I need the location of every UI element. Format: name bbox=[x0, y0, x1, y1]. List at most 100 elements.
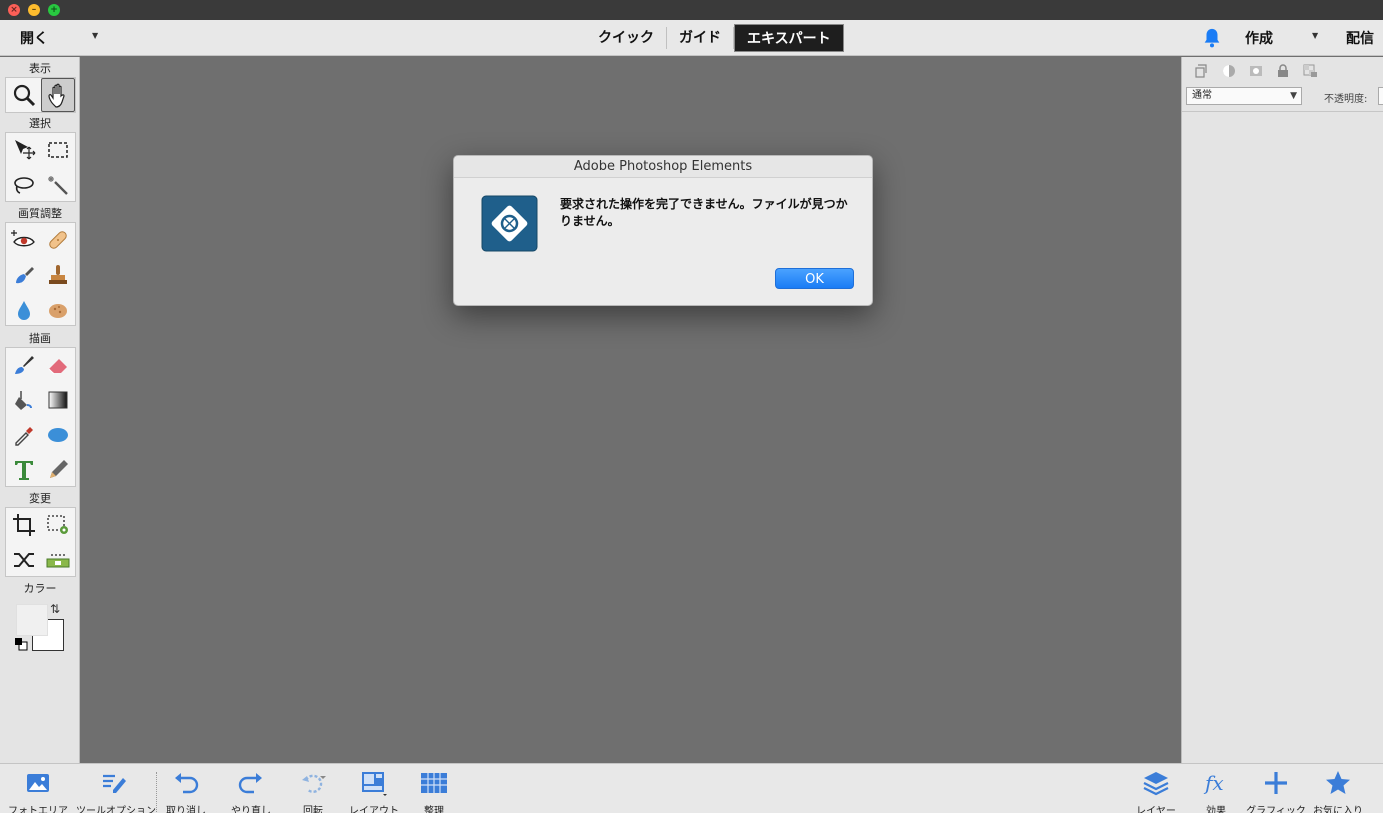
hand-tool[interactable] bbox=[41, 78, 75, 112]
adjustment-layer-icon[interactable] bbox=[1215, 61, 1242, 81]
recompose-tool[interactable] bbox=[41, 508, 75, 542]
eye-icon bbox=[11, 230, 35, 247]
shape-tool[interactable] bbox=[41, 418, 75, 452]
error-dialog: Adobe Photoshop Elements 要求された操作を完了できません… bbox=[453, 155, 873, 306]
eyedropper-tool[interactable] bbox=[7, 418, 41, 452]
move-icon bbox=[15, 140, 36, 160]
color-swatches: ⇅ bbox=[14, 602, 70, 652]
marquee-icon bbox=[48, 142, 68, 158]
spot-healing-tool[interactable] bbox=[41, 223, 75, 257]
layers-icon bbox=[1143, 772, 1169, 796]
crop-tool[interactable] bbox=[7, 508, 41, 542]
dialog-message: 要求された操作を完了できません。ファイルが見つかりません。 bbox=[560, 197, 848, 228]
favorites-button[interactable]: お気に入り bbox=[1300, 768, 1376, 813]
rotate-icon bbox=[302, 774, 326, 793]
magic-wand-tool[interactable] bbox=[41, 168, 75, 202]
zoom-tool[interactable] bbox=[7, 78, 41, 112]
level-icon bbox=[46, 554, 70, 568]
create-dropdown-icon[interactable]: ▼ bbox=[1312, 31, 1318, 40]
lock-icon[interactable] bbox=[1269, 61, 1296, 81]
opacity-input[interactable] bbox=[1378, 87, 1383, 105]
eraser-tool[interactable] bbox=[41, 348, 75, 382]
tool-options-label: ツールオプション bbox=[76, 806, 156, 813]
magnifier-icon bbox=[13, 84, 36, 107]
section-label-enhance: 画質調整 bbox=[18, 207, 62, 220]
organizer-grid-icon bbox=[421, 773, 447, 793]
move-tool[interactable] bbox=[7, 133, 41, 167]
content-aware-move-tool[interactable] bbox=[7, 543, 41, 577]
clone-stamp-tool[interactable] bbox=[41, 258, 75, 292]
lasso-tool[interactable] bbox=[7, 168, 41, 202]
mode-tab-guided[interactable]: ガイド bbox=[667, 24, 733, 52]
recompose-icon bbox=[47, 515, 68, 534]
section-label-draw: 描画 bbox=[29, 332, 51, 345]
opacity-label: 不透明度: bbox=[1324, 94, 1368, 105]
create-button[interactable]: 作成 bbox=[1245, 28, 1273, 48]
lock-transparency-icon[interactable] bbox=[1296, 61, 1323, 81]
tool-group-draw bbox=[5, 347, 76, 487]
bandage-icon bbox=[49, 231, 67, 249]
mode-tab-expert[interactable]: エキスパート bbox=[734, 24, 844, 52]
undo-icon bbox=[175, 773, 199, 794]
chevron-down-icon: ▼ bbox=[1290, 91, 1297, 101]
magic-wand-icon bbox=[48, 176, 68, 195]
share-button[interactable]: 配信 bbox=[1346, 28, 1374, 48]
new-layer-icon[interactable] bbox=[1188, 61, 1215, 81]
straighten-tool[interactable] bbox=[41, 543, 75, 577]
marquee-tool[interactable] bbox=[41, 133, 75, 167]
paint-bucket-icon bbox=[15, 391, 32, 410]
smart-brush-icon bbox=[16, 267, 34, 284]
hand-icon bbox=[48, 83, 65, 108]
paint-bucket-tool[interactable] bbox=[7, 383, 41, 417]
layout-icon bbox=[362, 772, 387, 796]
minimize-icon: – bbox=[31, 5, 37, 15]
stamp-icon bbox=[49, 265, 67, 284]
top-menu-bar: 開く ▼ クイック ガイド エキスパート 作成 ▼ 配信 bbox=[0, 20, 1383, 56]
photo-bin-button[interactable]: フォトエリア bbox=[0, 768, 76, 813]
tool-options-button[interactable]: ツールオプション bbox=[76, 768, 156, 813]
smart-brush-tool[interactable] bbox=[7, 258, 41, 292]
tool-group-select bbox=[5, 132, 76, 202]
layer-mask-icon[interactable] bbox=[1242, 61, 1269, 81]
foreground-color-swatch[interactable] bbox=[16, 604, 48, 636]
drop-icon bbox=[18, 301, 30, 320]
svg-text:fx: fx bbox=[1203, 771, 1224, 795]
bottom-task-bar: フォトエリア ツールオプション 取り消し やり直し 回転 レイアウト 整理 レイ… bbox=[0, 763, 1383, 813]
dialog-title: Adobe Photoshop Elements bbox=[454, 156, 872, 178]
title-bar: × – + bbox=[0, 0, 1383, 20]
default-colors-icon[interactable] bbox=[14, 636, 28, 651]
plus-icon bbox=[1265, 772, 1287, 794]
minimize-window-button[interactable]: – bbox=[28, 4, 40, 16]
tool-options-icon bbox=[103, 774, 126, 793]
favorites-label: お気に入り bbox=[1313, 806, 1363, 813]
open-button[interactable]: 開く bbox=[20, 28, 48, 48]
lasso-icon bbox=[14, 177, 34, 194]
pencil-tool[interactable] bbox=[41, 453, 75, 487]
maximize-icon: + bbox=[50, 5, 58, 15]
section-label-select: 選択 bbox=[29, 117, 51, 130]
type-tool[interactable] bbox=[7, 453, 41, 487]
maximize-window-button[interactable]: + bbox=[48, 4, 60, 16]
tool-group-view bbox=[5, 77, 76, 113]
blend-mode-select[interactable]: 通常 ▼ bbox=[1186, 87, 1302, 105]
tool-group-modify bbox=[5, 507, 76, 577]
blur-tool[interactable] bbox=[7, 293, 41, 327]
open-dropdown-icon[interactable]: ▼ bbox=[92, 31, 98, 40]
brush-icon bbox=[15, 356, 34, 374]
tool-group-enhance bbox=[5, 222, 76, 326]
red-eye-tool[interactable] bbox=[7, 223, 41, 257]
panel-divider bbox=[1182, 111, 1383, 112]
sponge-tool[interactable] bbox=[41, 293, 75, 327]
section-label-modify: 変更 bbox=[29, 492, 51, 505]
brush-tool[interactable] bbox=[7, 348, 41, 382]
ok-button[interactable]: OK bbox=[775, 268, 854, 289]
section-label-color: カラー bbox=[23, 582, 57, 595]
close-window-button[interactable]: × bbox=[8, 4, 20, 16]
photoshop-elements-app-icon bbox=[481, 195, 538, 252]
organizer-button[interactable]: 整理 bbox=[396, 768, 472, 813]
bell-icon[interactable] bbox=[1201, 27, 1223, 49]
mode-tab-quick[interactable]: クイック bbox=[586, 24, 666, 52]
fx-icon: fx bbox=[1203, 771, 1224, 795]
gradient-tool[interactable] bbox=[41, 383, 75, 417]
swap-colors-icon[interactable]: ⇅ bbox=[50, 602, 60, 616]
